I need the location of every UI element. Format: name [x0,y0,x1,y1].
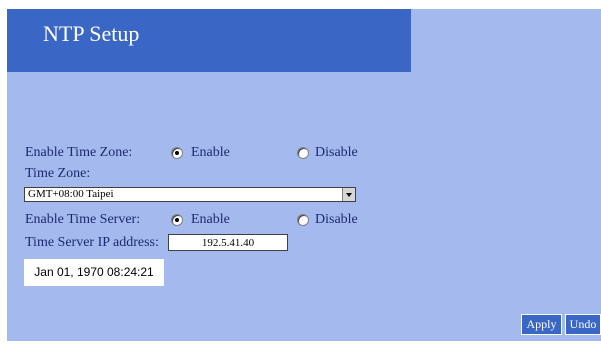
time-zone-select-value: GMT+08:00 Taipei [28,188,114,200]
page-title: NTP Setup [43,21,140,46]
time-zone-enable-label: Enable [191,145,230,160]
chevron-down-icon[interactable] [342,188,355,201]
enable-time-zone-label: Enable Time Zone: [25,145,133,160]
title-bar: NTP Setup [7,9,411,72]
time-zone-disable-label: Disable [315,145,358,160]
time-zone-enable-radio[interactable] [171,147,183,159]
apply-button[interactable]: Apply [521,314,562,335]
time-server-disable-radio[interactable] [297,214,309,226]
current-time-display: Jan 01, 1970 08:24:21 [24,259,164,286]
time-zone-disable-radio[interactable] [297,147,309,159]
time-server-enable-label: Enable [191,212,230,227]
time-zone-select[interactable]: GMT+08:00 Taipei [24,187,356,202]
time-server-enable-radio[interactable] [171,214,183,226]
time-server-ip-label: Time Server IP address: [25,235,159,250]
time-server-ip-input[interactable] [168,234,288,251]
time-zone-label: Time Zone: [25,166,91,181]
undo-button[interactable]: Undo [565,314,601,335]
enable-time-server-label: Enable Time Server: [25,212,141,227]
current-time-text: Jan 01, 1970 08:24:21 [34,265,154,279]
time-server-disable-label: Disable [315,212,358,227]
